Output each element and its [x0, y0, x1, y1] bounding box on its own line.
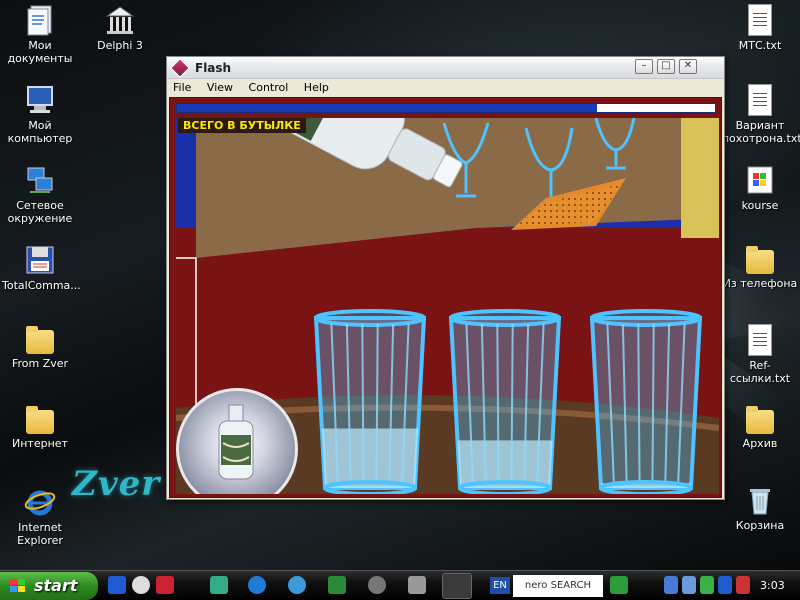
floppy-icon	[24, 244, 56, 276]
bottle-progress-bar	[176, 103, 716, 113]
desktop-icon-iz-telefona[interactable]: Из телефона	[722, 244, 798, 290]
menu-control[interactable]: Control	[243, 79, 295, 96]
flash-task-button[interactable]	[442, 573, 472, 599]
desktop-icon-kourse[interactable]: kourse	[722, 164, 798, 212]
desktop-icon-label: Корзина	[735, 519, 785, 532]
text-file-icon	[748, 4, 772, 36]
ie-quicklaunch-icon[interactable]	[248, 576, 266, 594]
bottle-gauge	[176, 388, 298, 494]
settings-gear-icon[interactable]	[368, 576, 386, 594]
start-button[interactable]: start	[0, 572, 98, 600]
desktop-icon-label: Мой компьютер	[7, 119, 73, 145]
folder-icon	[26, 326, 54, 354]
documents-icon	[24, 4, 56, 36]
desktop-icon-label: Ref-ссылки.txt	[729, 359, 791, 385]
bottle-total-label: ВСЕГО В БУТЫЛКЕ	[178, 118, 306, 133]
desktop-icon-my-computer[interactable]: Мой компьютер	[2, 84, 78, 145]
flash-window[interactable]: Flash – □ ✕ File View Control Help ВСЕГО…	[166, 56, 725, 500]
desktop-icon-internet-folder[interactable]: Интернет	[2, 404, 78, 450]
desktop-icon-network[interactable]: Сетевое окружение	[2, 164, 78, 225]
text-file-icon	[748, 84, 772, 116]
windows-flag-icon	[10, 579, 25, 592]
text-file-icon	[748, 324, 772, 356]
nero-search-box[interactable]: nero SEARCH	[513, 575, 603, 597]
desktop-icon-label: kourse	[741, 199, 779, 212]
desktop-icon-my-documents[interactable]: Мои документы	[2, 4, 78, 65]
game-scene[interactable]: ВСЕГО В БУТЫЛКЕ	[176, 118, 719, 494]
browser-quicklaunch-icon[interactable]	[288, 576, 306, 594]
menu-file[interactable]: File	[167, 79, 197, 96]
drinking-glass[interactable]	[313, 309, 427, 494]
tray-bluetooth-icon[interactable]	[718, 576, 732, 594]
desktop-icon-label: Архив	[742, 437, 778, 450]
close-button[interactable]: ✕	[679, 59, 697, 74]
flash-stage[interactable]: ВСЕГО В БУТЫЛКЕ	[169, 97, 722, 498]
floppy-quicklaunch-icon[interactable]	[156, 576, 174, 594]
flash-app-icon	[170, 58, 190, 78]
bluetooth-icon[interactable]	[108, 576, 126, 594]
desktop-icon-label: МТС.txt	[738, 39, 782, 52]
tray-device-icon[interactable]	[700, 576, 714, 594]
gauge-bottle-icon	[218, 404, 254, 480]
delphi-icon	[104, 4, 136, 36]
bottle-progress-fill	[177, 104, 597, 112]
folder-icon	[746, 406, 774, 434]
taskbar: start EN nero SEARCH 3:03	[0, 570, 800, 600]
tool-icon[interactable]	[408, 576, 426, 594]
recycle-bin-icon	[744, 484, 776, 516]
go-arrow-icon[interactable]	[610, 576, 628, 594]
tray-display-icon[interactable]	[682, 576, 696, 594]
menu-help[interactable]: Help	[298, 79, 335, 96]
desktop-icon-arhiv[interactable]: Архив	[722, 404, 798, 450]
language-indicator[interactable]: EN	[490, 577, 510, 594]
computer-icon	[24, 84, 56, 116]
desktop-icon-mts-txt[interactable]: МТС.txt	[722, 4, 798, 52]
menu-bar: File View Control Help	[167, 79, 724, 97]
desktop-icon-internet-explorer[interactable]: Internet Explorer	[2, 486, 78, 547]
desktop-icon-label: Сетевое окружение	[7, 199, 73, 225]
taskbar-clock: 3:03	[760, 579, 785, 592]
desktop-icon-label: From Zver	[11, 357, 69, 370]
desktop-icon-variant-txt[interactable]: Вариант лохотрона.txt	[722, 84, 800, 145]
ie-icon	[24, 486, 56, 518]
desktop-icon-label: Internet Explorer	[17, 521, 63, 547]
desktop-icon-label: Интернет	[12, 437, 68, 450]
desktop-icon-label: Вариант лохотрона.txt	[722, 119, 800, 145]
start-label: start	[34, 576, 78, 595]
network-icon	[24, 164, 56, 196]
windows-app-icon	[744, 164, 776, 196]
folder-icon	[746, 246, 774, 274]
notebook-icon[interactable]	[328, 576, 346, 594]
desktop-icon-label: Delphi 3	[97, 39, 143, 52]
drinking-glass[interactable]	[448, 309, 562, 494]
window-title: Flash	[195, 61, 232, 75]
desktop-icon-delphi[interactable]: Delphi 3	[82, 4, 158, 52]
tray-network-icon[interactable]	[664, 576, 678, 594]
drinking-glass[interactable]	[589, 309, 703, 494]
tray-flag-icon[interactable]	[736, 576, 750, 594]
desktop-icon-label: TotalComma...	[2, 279, 81, 292]
menu-view[interactable]: View	[201, 79, 239, 96]
maximize-button[interactable]: □	[657, 59, 675, 74]
desktop-icon-korzina[interactable]: Корзина	[722, 484, 798, 532]
app-quicklaunch-icon[interactable]	[210, 576, 228, 594]
desktop-icon-totalcommander[interactable]: TotalComma...	[2, 244, 81, 292]
minimize-button[interactable]: –	[635, 59, 653, 74]
desktop-icon-label: Мои документы	[7, 39, 73, 65]
desktop-icon-ref-links[interactable]: Ref-ссылки.txt	[722, 324, 798, 385]
folder-icon	[26, 406, 54, 434]
window-titlebar[interactable]: Flash – □ ✕	[167, 57, 724, 79]
desktop-icon-label: Из телефона	[722, 277, 798, 290]
cd-icon[interactable]	[132, 576, 150, 594]
desktop-icon-from-zver[interactable]: From Zver	[2, 324, 78, 370]
